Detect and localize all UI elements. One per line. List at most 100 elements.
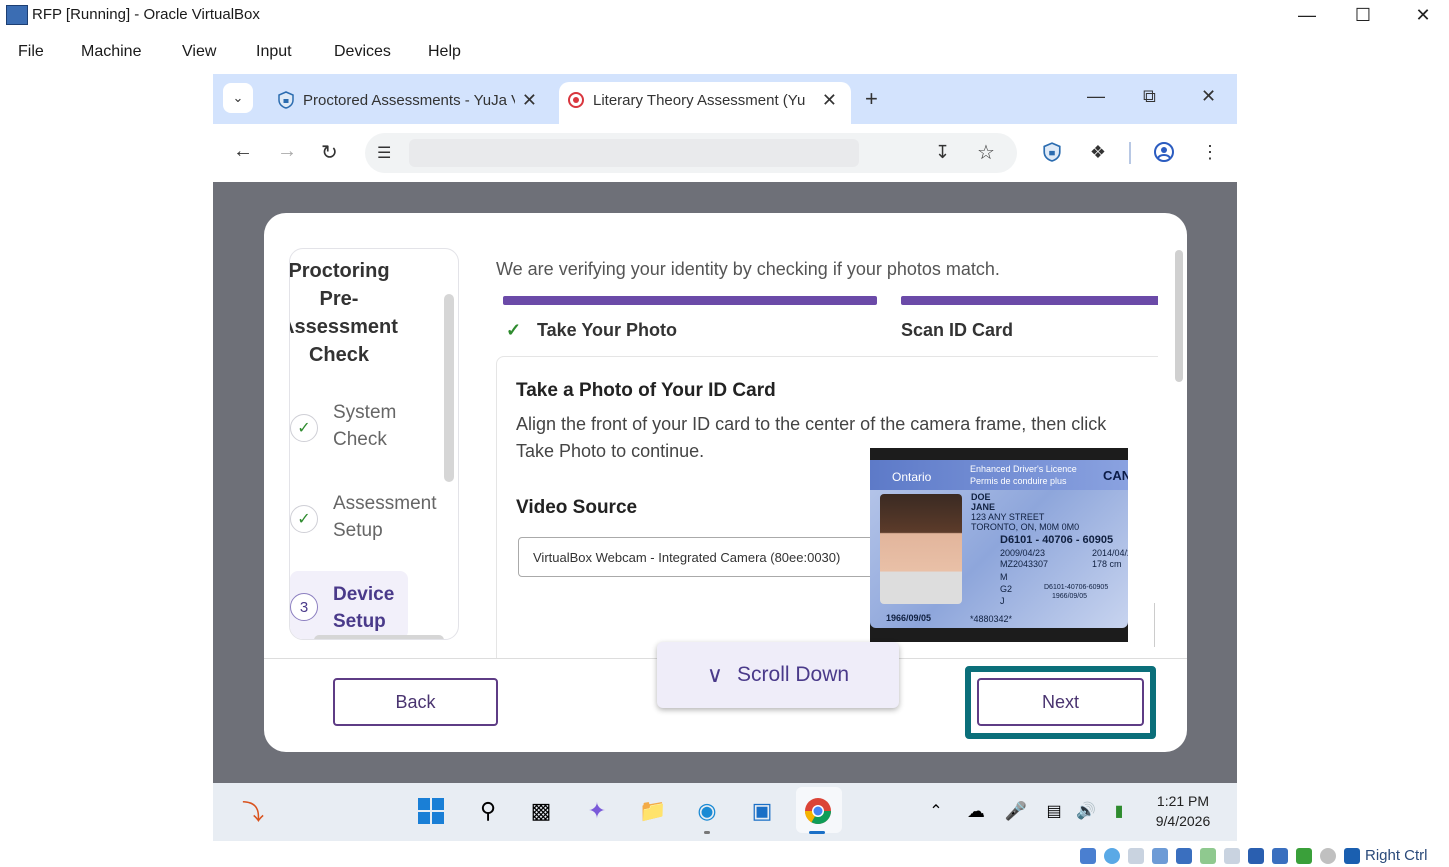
optical-drive-icon[interactable] [1104,848,1120,864]
network-icon[interactable]: ▤ [1036,793,1072,829]
recording-icon[interactable] [1272,848,1288,864]
back-arrow-icon[interactable]: ← [233,140,253,163]
site-settings-icon[interactable]: ☰ [377,143,391,163]
m365-copilot-icon[interactable]: ✦ [579,793,615,829]
menu-input[interactable]: Input [256,43,292,61]
browser-close-icon[interactable]: ✕ [1201,86,1216,107]
widget-icon[interactable]: ⤵ [235,793,271,829]
tab-title: Literary Theory Assessment (Yu [593,92,805,109]
shared-folders-icon[interactable] [1224,848,1240,864]
virtualbox-logo-icon [6,5,28,25]
cpu-icon[interactable] [1296,848,1312,864]
display-icon[interactable] [1248,848,1264,864]
menu-machine[interactable]: Machine [81,43,141,61]
id-last-name: DOE [971,492,991,502]
id-dob: 1966/09/05 [886,613,932,623]
onedrive-off-icon[interactable]: ☁ [958,793,994,829]
profile-avatar-icon[interactable] [1152,140,1176,164]
id-number: D6101 - 40706 - 60905 [1000,534,1114,546]
tab-literary-theory[interactable]: Literary Theory Assessment (Yu ✕ [559,82,851,124]
clock-date[interactable]: 9/4/2026 [1143,813,1223,829]
id-class: G2 [1000,584,1013,594]
hard-disk-icon[interactable] [1080,848,1096,864]
sidebar-title-line: Pre- [319,288,359,310]
task-view-icon[interactable]: ▩ [523,793,559,829]
tab-close-icon[interactable]: ✕ [522,90,537,111]
id-address2: TORONTO, ON, M0M 0M0 [971,522,1080,532]
tab-close-icon[interactable]: ✕ [822,90,837,111]
forward-arrow-icon[interactable]: → [277,140,297,163]
guest-screen: ⌄ Proctored Assessments - YuJa V ✕ Liter… [213,74,1237,783]
checkmark-icon: ✓ [290,505,318,533]
id-photo-face [880,494,962,604]
id-restr: J [1000,596,1005,606]
sidebar-title-line: Proctoring [289,260,390,282]
start-windows-icon[interactable] [413,793,449,829]
floppy-icon[interactable] [1128,848,1144,864]
volume-icon[interactable]: 🔊 [1068,793,1104,829]
minimize-icon[interactable]: — [1284,2,1330,28]
vbox-menu-bar: File Machine View Input Devices Help [0,38,600,68]
audio-icon[interactable] [1152,848,1168,864]
new-tab-icon[interactable]: + [865,86,878,112]
modal-scrollbar[interactable] [1175,250,1183,382]
id-expiry: 2014/04/2 [1092,548,1128,558]
id-header2: Permis de conduire plus [970,476,1067,486]
search-icon[interactable]: ⚲ [470,793,506,829]
video-source-select[interactable]: VirtualBox Webcam - Integrated Camera (8… [518,537,890,577]
network-adapter-icon[interactable] [1176,848,1192,864]
id-country: CAN [1103,468,1128,483]
scroll-down-button[interactable]: ∨ Scroll Down [657,642,899,708]
sidebar-title: Proctoring Pre- Assessment Check [289,257,398,369]
edge-browser-icon[interactable]: ◉ [689,793,725,829]
next-button[interactable]: Next [977,678,1144,726]
back-button[interactable]: Back [333,678,498,726]
close-icon[interactable]: ✕ [1400,2,1446,28]
battery-icon[interactable]: ▮ [1101,793,1137,829]
id-header1: Enhanced Driver's Licence [970,464,1077,474]
store-icon[interactable]: ▣ [744,793,780,829]
sidebar-horizontal-scrollbar[interactable] [314,635,444,639]
file-explorer-icon[interactable]: 📁 [635,793,671,829]
browser-minimize-icon[interactable]: — [1087,86,1105,107]
install-app-icon[interactable]: ↧ [935,142,950,163]
menu-devices[interactable]: Devices [334,43,391,61]
microphone-icon[interactable]: 🎤 [998,793,1034,829]
id-issued: 2009/04/23 [1000,548,1046,558]
address-bar[interactable]: ☰ ↧ ☆ [365,133,1017,173]
vbox-window-title: RFP [Running] - Oracle VirtualBox [32,6,260,23]
sidebar-step-label: Assessment Setup [333,490,436,544]
menu-file[interactable]: File [18,43,44,61]
usb-icon[interactable] [1200,848,1216,864]
keyboard-capture-icon[interactable] [1344,848,1360,864]
chevron-up-icon[interactable]: ⌃ [918,793,954,829]
step-scan-id: Scan ID Card [901,320,1014,340]
tab-search-chevron-icon[interactable]: ⌄ [223,83,253,113]
sidebar-step-line: Setup [333,520,383,541]
menu-view[interactable]: View [182,43,216,61]
clock-time[interactable]: 1:21 PM [1143,793,1223,809]
bookmark-star-icon[interactable]: ☆ [977,140,995,165]
sidebar-vertical-scrollbar[interactable] [444,294,454,482]
browser-toolbar: ← → ↻ ☰ ↧ ☆ ❖ ⋮ [213,124,1237,182]
sidebar-step-line: Device [333,584,395,605]
browser-restore-icon[interactable]: ⧉ [1143,86,1156,107]
sidebar-step-line: Assessment [333,493,437,514]
proctor-shield-extension-icon[interactable] [1040,140,1064,164]
card-heading: Take a Photo of Your ID Card [516,380,776,401]
chrome-menu-kebab-icon[interactable]: ⋮ [1198,140,1222,164]
sidebar-step-line: System [333,402,397,423]
chrome-icon[interactable] [800,793,836,829]
reload-icon[interactable]: ↻ [321,140,338,165]
maximize-icon[interactable]: ☐ [1340,2,1386,28]
url-field[interactable] [409,139,859,167]
id-card-image: Ontario Enhanced Driver's Licence Permis… [870,460,1128,628]
tab-proctored-assessments[interactable]: Proctored Assessments - YuJa V ✕ [269,82,551,124]
extensions-puzzle-icon[interactable]: ❖ [1086,140,1110,164]
sidebar-step-line: Check [333,429,387,450]
id-card-header: Ontario Enhanced Driver's Licence Permis… [870,460,1128,490]
id-small2: 1966/09/05 [1052,593,1088,600]
intro-text: We are verifying your identity by checki… [496,259,1000,279]
mouse-integration-icon[interactable] [1320,848,1336,864]
menu-help[interactable]: Help [428,43,461,61]
